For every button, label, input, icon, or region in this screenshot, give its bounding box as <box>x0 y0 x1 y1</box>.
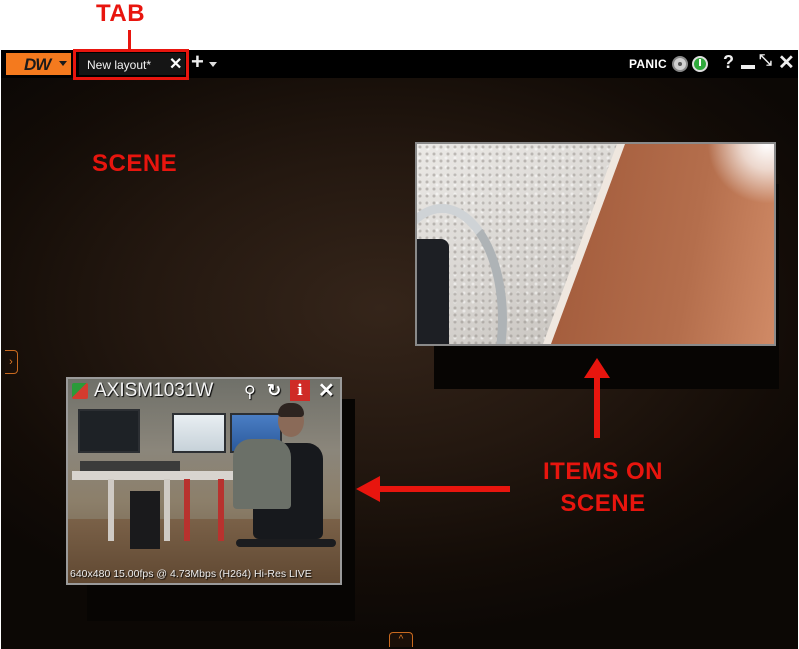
power-icon[interactable] <box>692 56 708 72</box>
camera-stream-info: 640x480 15.00fps @ 4.73Mbps (H264) Hi-Re… <box>70 568 312 580</box>
video-feed-person-hair <box>278 403 304 417</box>
scene-annotation-label: SCENE <box>92 150 178 177</box>
main-menu-button[interactable]: DW <box>6 53 71 75</box>
app-window: DW New layout* ✕ + PANIC ? ⤡ ✕ › ^ AXISM… <box>1 49 798 649</box>
bottom-panel-toggle[interactable]: ^ <box>389 632 413 647</box>
video-feed-pc-tower <box>130 491 160 549</box>
add-tab-button[interactable]: + <box>189 49 219 75</box>
camera-name: AXISM1031W <box>94 380 214 401</box>
video-feed-desk-leg <box>184 479 190 541</box>
rotate-icon[interactable]: ↻ <box>267 381 281 401</box>
camera-item-header: AXISM1031W ⚲ ↻ i ✕ <box>68 379 340 403</box>
panic-button[interactable]: PANIC <box>629 57 667 71</box>
chevron-down-icon <box>209 62 217 67</box>
side-panel-toggle[interactable]: › <box>5 350 18 374</box>
video-feed-monitor <box>78 409 140 453</box>
video-feed-desk-leg <box>218 479 224 541</box>
annotation-arrow-left <box>356 476 510 502</box>
items-annotation-label: ITEMS ON SCENE <box>528 456 678 520</box>
tab-annotation-label: TAB <box>96 0 146 27</box>
video-feed-desk-leg <box>164 479 170 541</box>
close-icon[interactable]: ✕ <box>318 379 335 403</box>
video-feed-keyboard <box>80 461 180 471</box>
minimize-button[interactable] <box>741 65 755 69</box>
film-reel-icon[interactable] <box>672 56 688 72</box>
camera-item-axism1031w[interactable]: AXISM1031W ⚲ ↻ i ✕ 640x480 15.00fps @ 4.… <box>66 377 342 585</box>
video-feed-chair-back <box>417 239 449 344</box>
camera-item-ceiling-view[interactable] <box>415 142 776 346</box>
items-annotation-line1: ITEMS ON <box>542 458 663 485</box>
search-icon[interactable]: ⚲ <box>244 382 256 402</box>
fullscreen-button[interactable]: ⤡ <box>759 52 772 70</box>
items-annotation-line2: SCENE <box>560 490 646 517</box>
tab-highlight-box <box>73 49 189 80</box>
tab-annotation-connector <box>128 30 131 49</box>
video-feed-desk-leg <box>108 479 114 541</box>
camera-status-icon <box>72 383 88 399</box>
dw-logo: DW <box>24 55 51 74</box>
chevron-down-icon <box>59 61 67 66</box>
annotation-arrow-up <box>584 358 610 438</box>
video-feed-person <box>233 439 291 509</box>
plus-icon: + <box>191 49 204 74</box>
info-icon[interactable]: i <box>290 380 310 401</box>
video-feed-monitor <box>172 413 226 453</box>
window-close-button[interactable]: ✕ <box>778 50 795 75</box>
video-feed-chair-base <box>236 539 336 547</box>
help-button[interactable]: ? <box>723 52 734 73</box>
